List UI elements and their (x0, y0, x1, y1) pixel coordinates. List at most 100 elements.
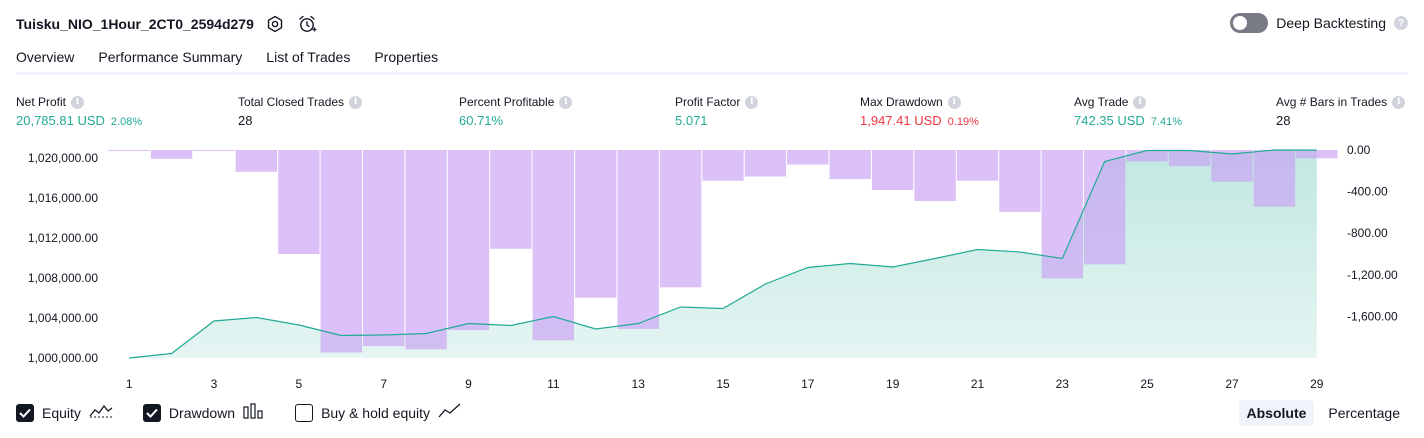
metric-percent: 2.08% (110, 116, 143, 128)
metric-label: Percent Profitable (459, 95, 555, 109)
info-icon[interactable]: i (71, 95, 85, 109)
drawdown-bar (575, 150, 617, 298)
drawdown-bar (914, 150, 956, 201)
drawdown-bar (447, 150, 490, 330)
metric-avg-bars: Avg # Bars in Trades i 28 (1276, 93, 1406, 131)
header: Tuisku_NIO_1Hour_2CT0_2594d279 (16, 12, 318, 36)
strategy-title: Tuisku_NIO_1Hour_2CT0_2594d279 (16, 16, 254, 32)
drawdown-bar (617, 150, 659, 329)
left-axis-tick-label: 1,016,000.00 (28, 191, 98, 205)
metric-value: 5.071 (675, 113, 708, 128)
metric-value: 28 (1276, 113, 1291, 128)
right-axis-tick-label: -1,200.00 (1347, 268, 1398, 282)
drawdown-bar (193, 150, 235, 151)
x-axis-tick-label: 13 (632, 377, 646, 391)
legend-drawdown-label: Drawdown (168, 404, 236, 421)
legend-drawdown[interactable]: Drawdown (142, 403, 265, 422)
drawdown-bar (405, 150, 447, 350)
x-axis-tick-label: 3 (211, 377, 218, 391)
tab-overview[interactable]: Overview (16, 47, 75, 75)
metric-label: Max Drawdown (860, 95, 943, 109)
x-axis-tick-label: 7 (380, 377, 387, 391)
info-icon[interactable]: i (745, 95, 759, 109)
metric-value: 28 (238, 113, 253, 128)
tab-list-of-trades[interactable]: List of Trades (266, 47, 350, 75)
right-axis-tick-label: 0.00 (1347, 143, 1371, 157)
legend-buy-hold[interactable]: Buy & hold equity (295, 403, 462, 422)
drawdown-checkbox[interactable] (142, 403, 161, 422)
legend-equity-label: Equity (42, 404, 81, 421)
metric-percent: 0.19% (947, 116, 979, 128)
metric-label: Total Closed Trades (238, 95, 345, 109)
x-axis-tick-label: 9 (465, 377, 472, 391)
metric-value: 20,785.81 USD (16, 113, 105, 128)
x-axis-tick-label: 19 (886, 377, 900, 391)
drawdown-bar (1126, 150, 1168, 162)
percentage-button[interactable]: Percentage (1320, 400, 1408, 426)
info-icon[interactable]: i (349, 95, 363, 109)
x-axis-tick-label: 1 (126, 377, 133, 391)
left-axis-tick-label: 1,020,000.00 (28, 151, 98, 165)
metric-label: Avg # Bars in Trades (1276, 95, 1388, 109)
legend-buy-hold-label: Buy & hold equity (321, 404, 431, 421)
x-axis-tick-label: 29 (1310, 377, 1324, 391)
equity-checkbox[interactable] (16, 403, 34, 422)
drawdown-bar (659, 150, 702, 288)
x-axis-tick-label: 5 (296, 377, 303, 391)
chart-legend: Equity Drawdown Buy & hold equity (16, 403, 492, 422)
tab-properties[interactable]: Properties (374, 47, 438, 75)
equity-line-icon (89, 403, 113, 422)
deep-backtesting-toggle[interactable] (1230, 13, 1269, 33)
metric-label: Profit Factor (675, 95, 741, 109)
deep-backtesting-label: Deep Backtesting (1276, 15, 1386, 31)
drawdown-bar (956, 150, 999, 181)
buy-hold-checkbox[interactable] (295, 403, 314, 422)
drawdown-bar (1253, 150, 1296, 207)
info-icon[interactable]: i (559, 95, 573, 109)
x-axis-tick-label: 11 (547, 377, 560, 391)
drawdown-bar (787, 150, 829, 165)
tab-performance-summary[interactable]: Performance Summary (98, 47, 242, 75)
left-axis-tick-label: 1,004,000.00 (28, 311, 98, 325)
drawdown-bar (108, 150, 150, 151)
drawdown-bar (1041, 150, 1083, 279)
metric-net-profit: Net Profit i 20,785.81 USD 2.08% (16, 93, 142, 131)
left-axis-tick-label: 1,000,000.00 (28, 351, 98, 365)
equity-drawdown-chart[interactable]: 1,000,000.00 1,004,000.00 1,008,000.00 1,01… (0, 140, 1424, 398)
right-axis-tick-label: -1,600.00 (1347, 309, 1398, 323)
deep-backtesting: Deep Backtesting ? (1230, 13, 1408, 33)
drawdown-bar (150, 150, 193, 159)
x-axis-tick-label: 15 (716, 377, 730, 391)
drawdown-bar (363, 150, 405, 346)
drawdown-bar (702, 150, 744, 181)
drawdown-bar (320, 150, 362, 353)
metric-label: Net Profit (16, 95, 67, 109)
legend-equity[interactable]: Equity (16, 403, 113, 422)
settings-hex-icon[interactable] (264, 13, 286, 35)
metric-total-closed-trades: Total Closed Trades i 28 (238, 93, 363, 131)
info-icon[interactable]: i (1392, 95, 1406, 109)
info-icon[interactable]: i (947, 95, 961, 109)
drawdown-bar (871, 150, 914, 190)
drawdown-bar (278, 150, 320, 254)
help-icon[interactable]: ? (1394, 16, 1408, 30)
metric-percent-profitable: Percent Profitable i 60.71% (459, 93, 573, 131)
drawdown-bar (829, 150, 871, 180)
info-icon[interactable]: i (1133, 95, 1147, 109)
trend-line-icon (438, 403, 462, 422)
drawdown-bar (235, 150, 278, 172)
drawdown-bar (744, 150, 787, 177)
metric-profit-factor: Profit Factor i 5.071 (675, 93, 759, 131)
bars-icon (243, 403, 265, 422)
alarm-clock-plus-icon[interactable] (296, 13, 318, 35)
drawdown-bar (1296, 150, 1338, 159)
x-axis-tick-label: 25 (1140, 377, 1154, 391)
metric-max-drawdown: Max Drawdown i 1,947.41 USD 0.19% (860, 93, 979, 131)
drawdown-bar (999, 150, 1041, 212)
x-axis-tick-label: 21 (971, 377, 985, 391)
absolute-button[interactable]: Absolute (1238, 400, 1315, 426)
x-axis-tick-label: 17 (801, 377, 815, 391)
right-axis-tick-label: -800.00 (1347, 226, 1388, 240)
display-mode: Absolute Percentage (1238, 400, 1409, 426)
x-axis-tick-label: 27 (1225, 377, 1239, 391)
